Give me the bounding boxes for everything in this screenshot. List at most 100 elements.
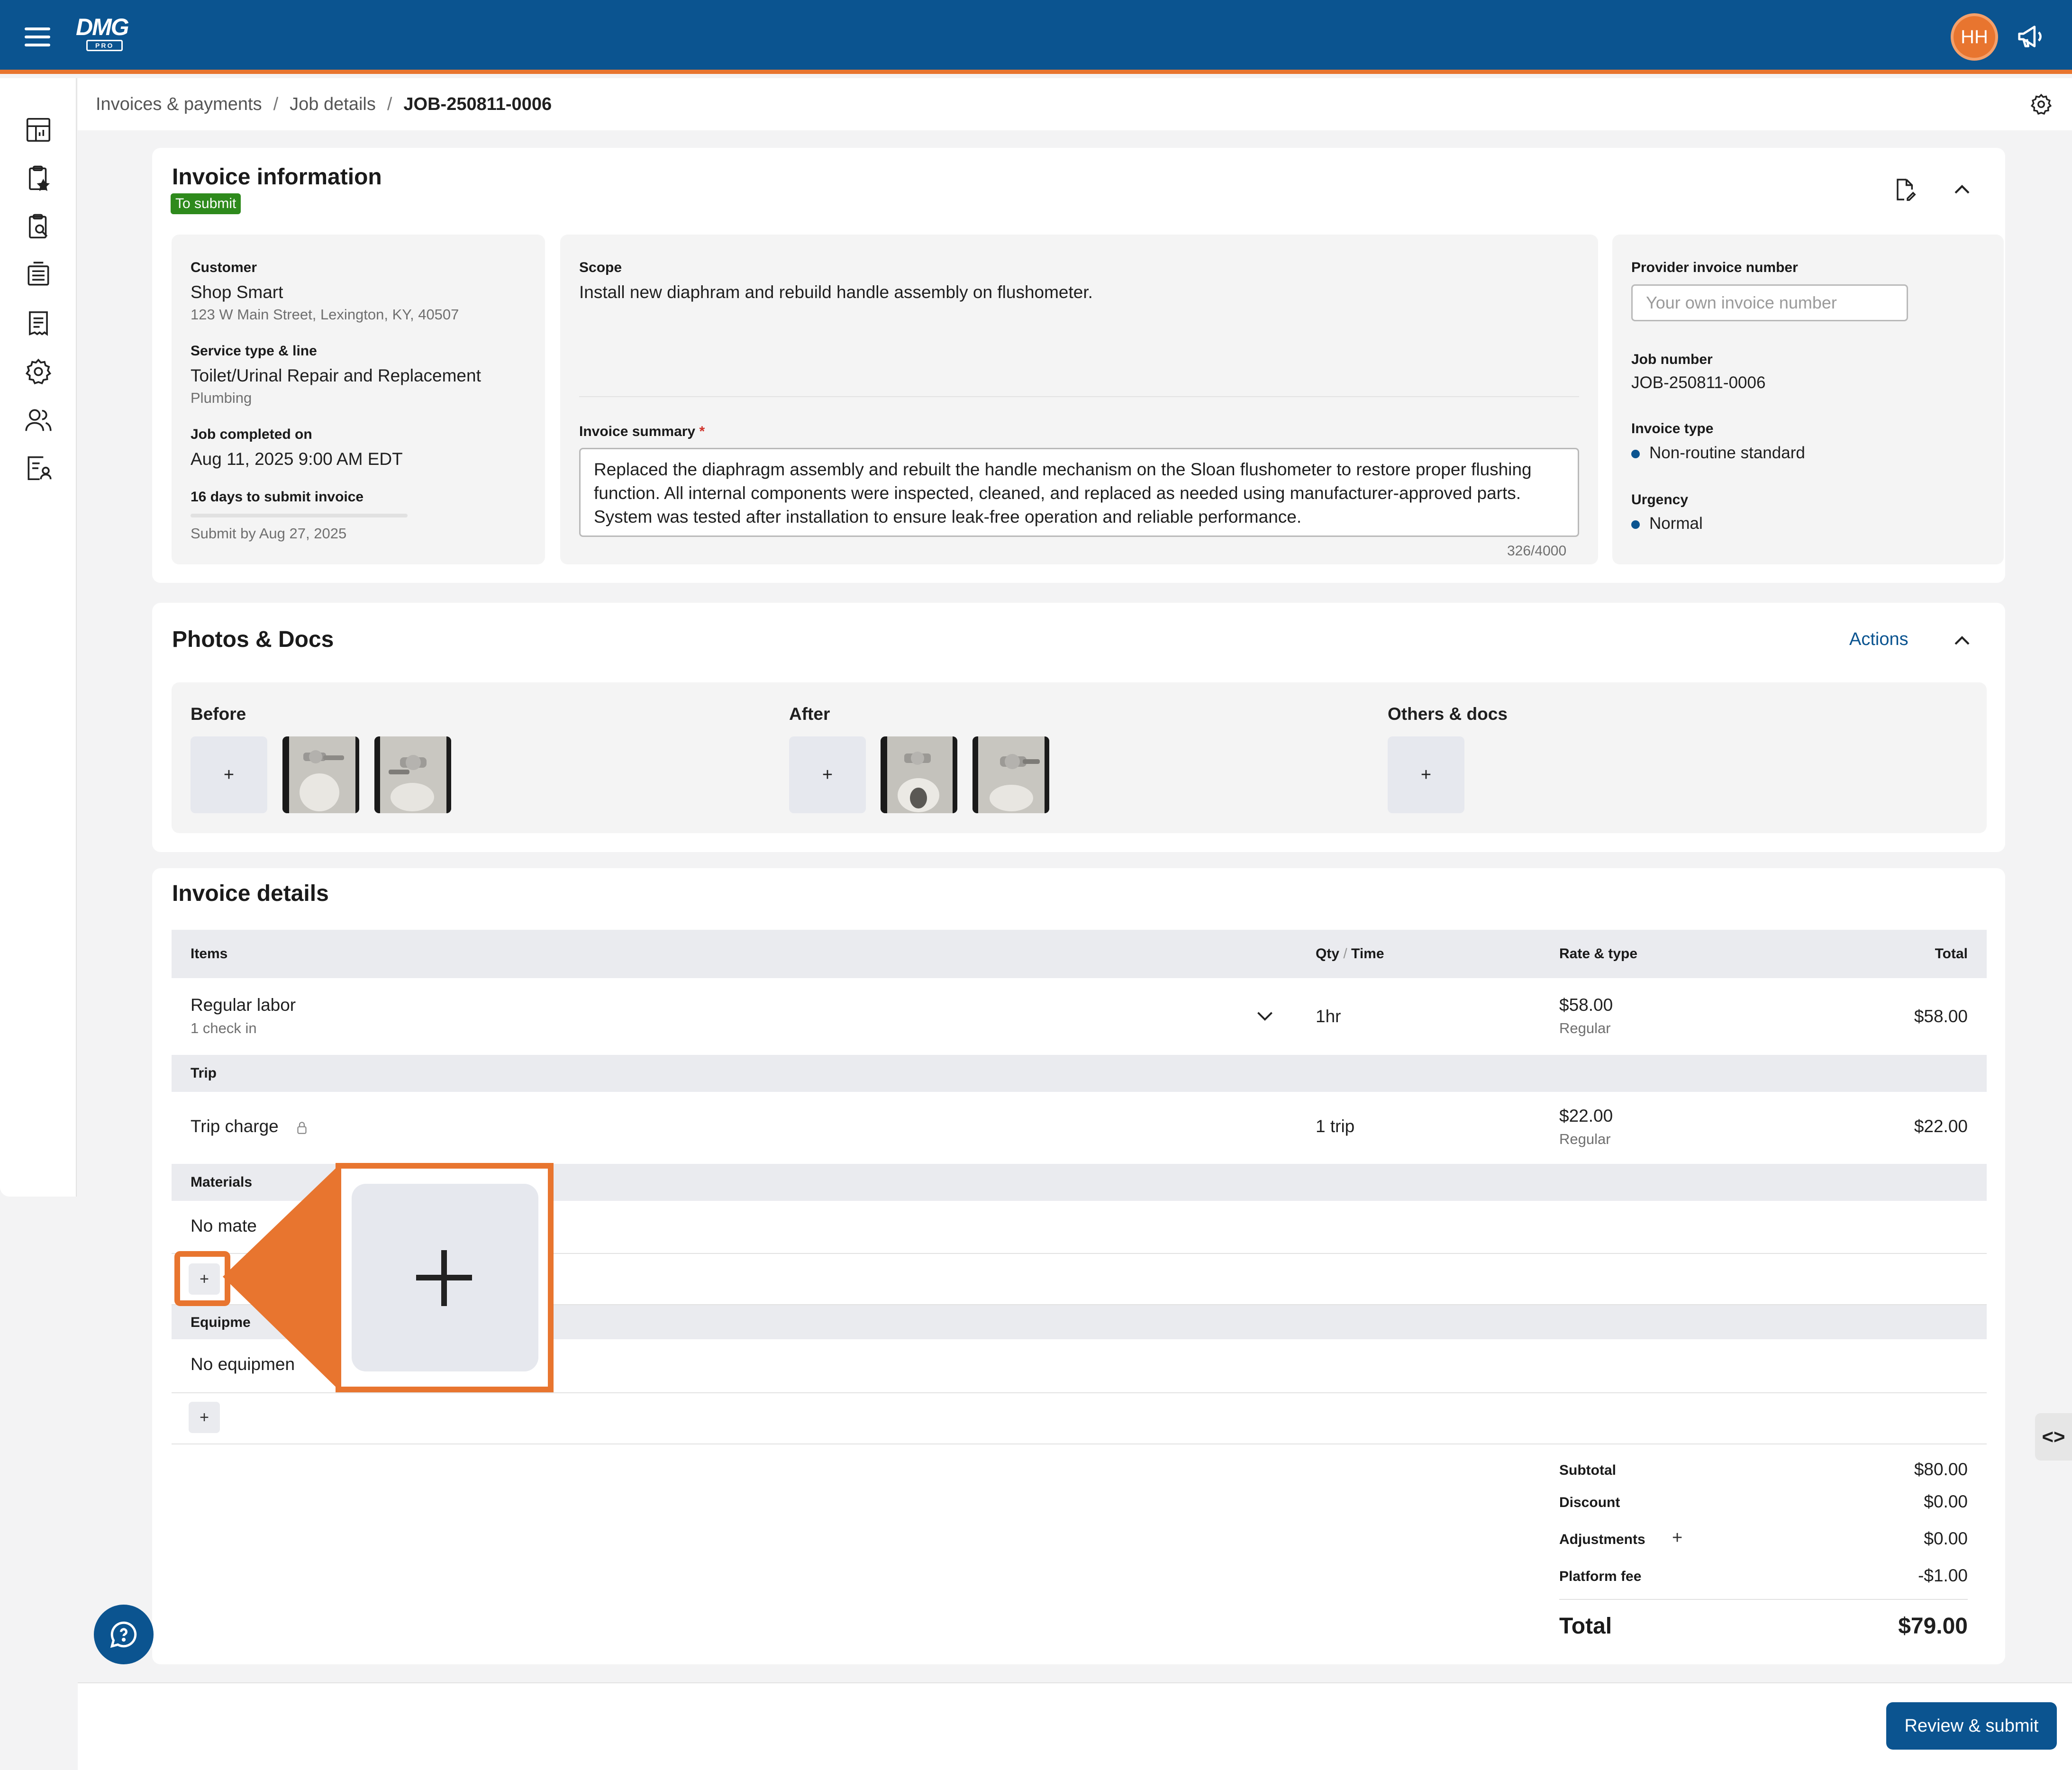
invoice-details-title: Invoice details [172,881,329,906]
receipt-icon[interactable] [24,309,53,338]
invoice-summary-textarea[interactable]: Replaced the diaphragm assembly and rebu… [579,448,1579,537]
col-rate: Rate & type [1559,946,1638,962]
avatar[interactable]: HH [1951,13,1998,61]
add-before-photo-button[interactable]: + [191,736,267,813]
chevron-down-icon[interactable] [1253,1004,1277,1027]
after-photo-2[interactable] [972,736,1049,813]
trip-section-label: Trip [191,1065,217,1081]
labor-rate: $58.00 [1559,995,1613,1015]
list-stack-icon[interactable] [24,260,53,290]
settings-icon[interactable] [24,357,53,386]
service-line: Plumbing [191,390,252,406]
footer-bar [78,1682,2072,1770]
callout-pointer [223,1163,341,1392]
customer-label: Customer [191,260,257,275]
invoice-type-label: Invoice type [1631,421,1714,436]
breadcrumb-job-details[interactable]: Job details [290,94,376,115]
logo-text: DMG [76,14,129,40]
provider-invoice-input[interactable]: Your own invoice number [1631,284,1908,321]
logo[interactable]: DMG PRO [76,15,138,53]
before-label: Before [191,704,246,724]
completed-label: Job completed on [191,427,312,442]
platform-fee-value: -$1.00 [1918,1566,1968,1585]
totals-divider [172,1443,1987,1444]
clipboard-search-icon[interactable] [24,212,53,241]
subtotal-value: $80.00 [1914,1460,1968,1479]
collapse-invoice-info-icon[interactable] [1949,176,1975,203]
col-total: Total [1935,946,1968,962]
callout-plus-icon-vertical [441,1250,447,1306]
scope-divider [579,396,1579,397]
code-toggle-tab[interactable]: <> [2035,1413,2072,1461]
others-docs-label: Others & docs [1388,704,1508,724]
col-items: Items [191,946,228,962]
page-settings-icon[interactable] [2029,92,2053,116]
col-qty-time: Qty / Time [1316,946,1384,962]
customer-address: 123 W Main Street, Lexington, KY, 40507 [191,306,459,323]
subtotal-label: Subtotal [1559,1462,1616,1478]
after-photo-1[interactable] [881,736,957,813]
document-edit-icon[interactable] [1891,176,1918,203]
status-badge: To submit [171,193,241,214]
breadcrumb-invoices[interactable]: Invoices & payments [96,94,262,115]
labor-name: Regular labor [191,995,296,1015]
trip-name: Trip charge [191,1116,279,1136]
completed-value: Aug 11, 2025 9:00 AM EDT [191,449,403,469]
clipboard-star-icon[interactable] [24,163,53,193]
breadcrumb-current: JOB-250811-0006 [403,94,552,114]
breadcrumb: Invoices & payments / Job details / JOB-… [78,78,2072,130]
urgency: Normal [1649,514,1703,533]
add-after-photo-button[interactable]: + [789,736,866,813]
invoice-summary-label: Invoice summary * [579,424,705,439]
items-table-header: Items Qty / Time Rate & type Total [172,930,1987,978]
collapse-photos-icon[interactable] [1949,627,1975,654]
platform-fee-label: Platform fee [1559,1569,1642,1584]
before-photo-1[interactable] [282,736,359,813]
urgency-label: Urgency [1631,492,1689,508]
users-icon[interactable] [24,405,53,435]
invoice-information-title: Invoice information [172,164,382,190]
help-button[interactable] [94,1605,154,1664]
add-equipment-button[interactable]: + [189,1402,220,1433]
megaphone-icon[interactable] [2015,20,2048,53]
add-document-button[interactable]: + [1388,736,1464,813]
after-label: After [789,704,830,724]
total-label: Total [1559,1614,1612,1639]
required-marker: * [699,424,705,439]
actions-link[interactable]: Actions [1849,629,1908,650]
discount-value: $0.00 [1924,1492,1968,1511]
summary-char-count: 326/4000 [1507,543,1567,559]
urgency-dot [1631,520,1640,529]
add-adjustment-button[interactable]: + [1672,1528,1682,1548]
trip-rate: $22.00 [1559,1106,1613,1126]
service-type: Toilet/Urinal Repair and Replacement [191,366,481,385]
review-submit-button[interactable]: Review & submit [1886,1702,2057,1750]
job-number-label: Job number [1631,352,1713,367]
trip-rate-type: Regular [1559,1131,1611,1147]
dashboard-icon[interactable] [24,115,53,145]
labor-total: $58.00 [1914,1007,1968,1026]
invoice-type-dot [1631,450,1640,458]
labor-sub: 1 check in [191,1020,257,1036]
sidebar [0,78,77,1197]
trip-qty: 1 trip [1316,1116,1355,1136]
labor-rate-type: Regular [1559,1020,1611,1036]
scope-text: Install new diaphram and rebuild handle … [579,282,1093,302]
customer-name: Shop Smart [191,282,283,302]
lock-icon [297,1122,307,1134]
help-chat-icon [110,1621,137,1648]
days-to-submit-label: 16 days to submit invoice [191,489,364,505]
before-photo-2[interactable] [374,736,451,813]
add-material-button[interactable]: + [189,1263,220,1295]
submit-by: Submit by Aug 27, 2025 [191,525,347,542]
photos-docs-title: Photos & Docs [172,627,334,652]
menu-icon[interactable] [25,27,50,46]
invoice-type: Non-routine standard [1649,444,1805,462]
trip-total: $22.00 [1914,1116,1968,1136]
trip-section-header: Trip [172,1055,1987,1092]
equipment-divider [172,1392,1987,1393]
discount-label: Discount [1559,1495,1620,1510]
report-user-icon[interactable] [24,454,53,483]
labor-qty: 1hr [1316,1007,1341,1026]
total-divider [1559,1599,1968,1600]
